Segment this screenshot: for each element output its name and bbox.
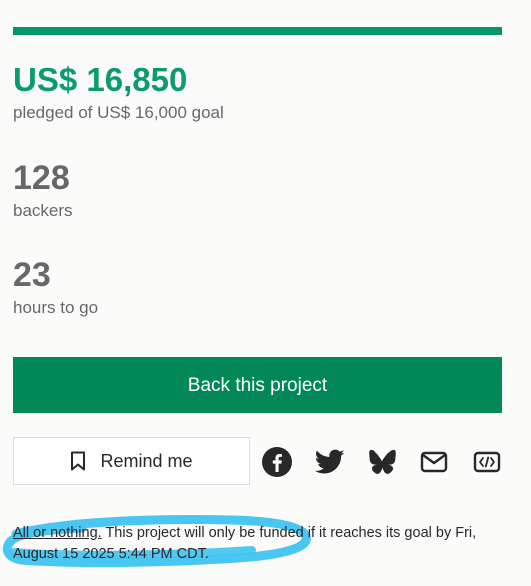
funding-progress-bar [13,27,502,35]
remind-me-button[interactable]: Remind me [13,437,250,485]
hours-to-go-label: hours to go [13,298,99,317]
bluesky-icon[interactable] [366,446,398,478]
facebook-icon[interactable] [261,446,293,478]
embed-icon[interactable] [471,446,503,478]
all-or-nothing-link[interactable]: All or nothing. [13,525,102,541]
hours-count: 23 [13,256,51,294]
bookmark-icon [70,451,86,471]
backers-count: 128 [13,159,70,197]
remind-me-label: Remind me [100,450,193,471]
pledged-goal-text: pledged of US$ 16,000 goal [13,103,224,122]
twitter-icon[interactable] [314,446,346,478]
backers-label: backers [13,201,73,220]
pledged-amount: US$ 16,850 [13,61,188,98]
all-or-nothing-note: All or nothing. This project will only b… [13,523,513,565]
email-icon[interactable] [418,446,450,478]
funding-progress-fill [13,27,502,35]
back-this-project-button[interactable]: Back this project [13,357,502,413]
